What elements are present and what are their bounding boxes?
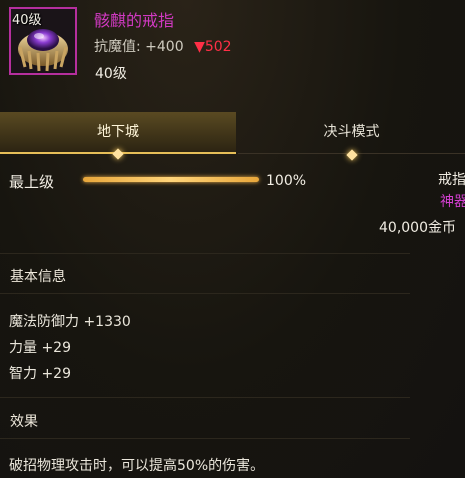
item-rarity: 神器 bbox=[440, 194, 465, 210]
required-level: 40级 bbox=[95, 66, 127, 82]
stat-decrease: ▼502 bbox=[194, 39, 232, 55]
divider bbox=[0, 438, 410, 439]
attribute-strength: 力量 +29 bbox=[9, 340, 71, 356]
item-tooltip-panel: 40级 骸麒的戒指 抗魔值: +400 ▼502 40级 地下城 决斗模式 最上… bbox=[0, 0, 465, 478]
attribute-magic-defense: 魔法防御力 +1330 bbox=[9, 314, 131, 330]
tab-duel-mode[interactable]: 决斗模式 bbox=[238, 112, 465, 161]
divider bbox=[0, 253, 410, 254]
tab-indicator-icon bbox=[112, 148, 124, 160]
tab-label: 地下城 bbox=[97, 124, 139, 140]
upgrade-progress-percent: 100% bbox=[266, 173, 307, 189]
upgrade-progress-fill bbox=[83, 177, 259, 182]
item-type: 戒指 bbox=[438, 172, 465, 188]
effect-heading: 效果 bbox=[10, 414, 38, 430]
mode-tabs: 地下城 决斗模式 bbox=[0, 112, 465, 161]
stat-value: +400 bbox=[145, 39, 184, 55]
stat-label: 抗魔值: bbox=[94, 39, 141, 55]
divider bbox=[0, 293, 410, 294]
attribute-intelligence: 智力 +29 bbox=[9, 366, 71, 382]
item-level-badge: 40级 bbox=[12, 13, 42, 28]
item-name: 骸麒的戒指 bbox=[94, 11, 175, 30]
divider bbox=[0, 397, 410, 398]
upgrade-progress-bar bbox=[83, 177, 259, 182]
upgrade-grade-label: 最上级 bbox=[9, 173, 55, 191]
tab-indicator-icon bbox=[345, 149, 358, 161]
basic-info-heading: 基本信息 bbox=[10, 269, 66, 285]
tab-label: 决斗模式 bbox=[323, 124, 380, 140]
stat-row: 抗魔值: +400 ▼502 bbox=[94, 36, 232, 56]
effect-text: 破招物理攻击时，可以提高50%的伤害。 bbox=[9, 458, 265, 474]
item-price: 40,000金币 bbox=[379, 220, 456, 236]
tab-dungeon[interactable]: 地下城 bbox=[0, 112, 236, 160]
